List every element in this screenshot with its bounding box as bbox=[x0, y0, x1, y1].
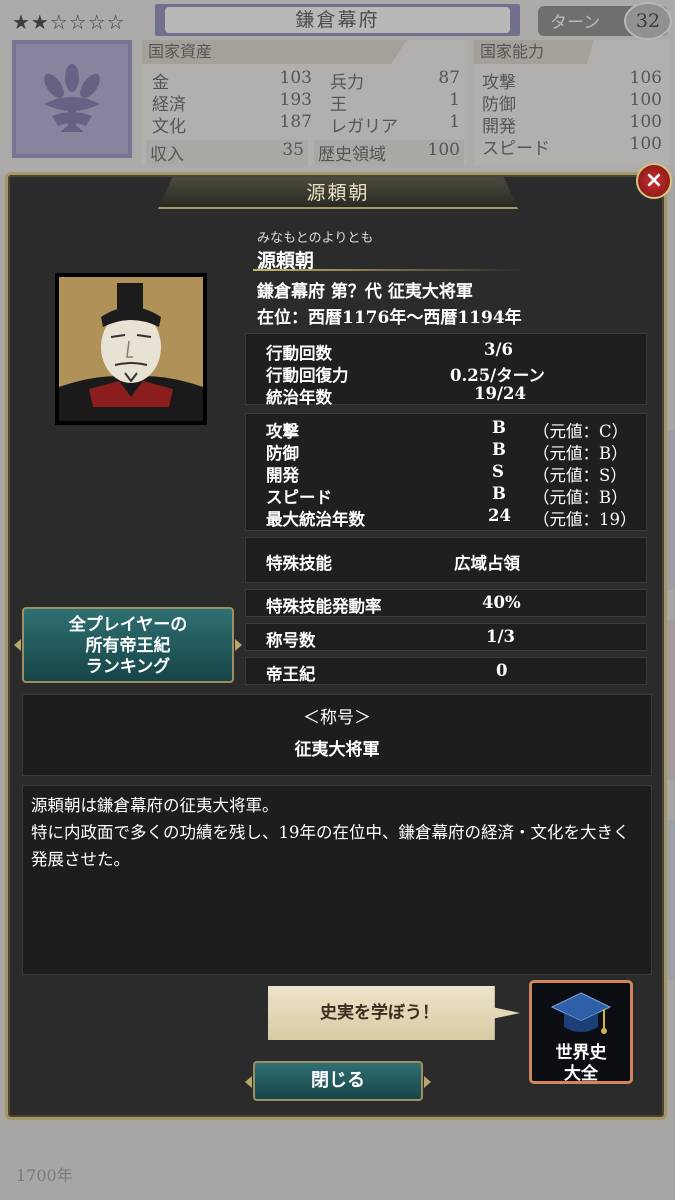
close-button[interactable]: 閉じる bbox=[245, 1061, 431, 1101]
honorific-value: 征夷大将軍 bbox=[294, 740, 380, 760]
ranking-button-line: ランキング bbox=[85, 657, 171, 677]
special-skill-label: 特殊技能 bbox=[266, 554, 332, 573]
stat-original: （元値：B） bbox=[533, 444, 628, 463]
close-icon[interactable]: × bbox=[636, 163, 672, 199]
stat-label: 開発 bbox=[266, 466, 299, 485]
action-count-value: 3/6 bbox=[484, 340, 513, 359]
ruler-description: 源頼朝は鎌倉幕府の征夷大将軍。 特に内政面で多くの功績を残し、19年の在位中、鎌… bbox=[22, 785, 652, 975]
modal-title: 源頼朝 bbox=[158, 177, 518, 209]
reign-years-value: 19/24 bbox=[474, 384, 526, 403]
action-stats-box: 行動回数 3/6 行動回復力 0.25/ターン 統治年数 19/24 bbox=[245, 333, 647, 407]
action-recover-value: 0.25/ターン bbox=[450, 366, 545, 385]
stat-label: 最大統治年数 bbox=[266, 510, 365, 529]
ranking-button-line: 全プレイヤーの bbox=[68, 615, 188, 635]
action-count-label: 行動回数 bbox=[266, 344, 332, 363]
stat-label: 防御 bbox=[266, 444, 299, 463]
ranking-button[interactable]: 全プレイヤーの 所有帝王紀 ランキング bbox=[14, 607, 242, 683]
special-skill-value: 広域占領 bbox=[454, 554, 520, 573]
title-count-label: 称号数 bbox=[266, 631, 316, 650]
world-history-title: 大全 bbox=[564, 1064, 598, 1084]
arrow-right-icon bbox=[235, 639, 242, 651]
stat-grade: B bbox=[492, 484, 506, 503]
skill-rate-box: 特殊技能発動率 40% bbox=[245, 589, 647, 617]
name-underline bbox=[253, 269, 523, 271]
reign-period: 在位：西暦1176年〜西暦1194年 bbox=[257, 308, 522, 328]
arrow-right-icon bbox=[424, 1076, 431, 1088]
stat-grade: B bbox=[492, 418, 506, 437]
learn-history-button[interactable]: 史実を学ぼう！ bbox=[268, 986, 520, 1040]
stat-label: 攻撃 bbox=[266, 422, 299, 441]
stat-original: （元値：B） bbox=[533, 488, 628, 507]
skill-rate-value: 40% bbox=[482, 593, 521, 612]
skill-rate-label: 特殊技能発動率 bbox=[266, 597, 382, 616]
description-text: 源頼朝は鎌倉幕府の征夷大将軍。 bbox=[31, 796, 279, 815]
graduation-cap-icon bbox=[550, 992, 612, 1034]
ruler-stats-box: 攻撃 B （元値：C） 防御 B （元値：B） 開発 S （元値：S） スピード… bbox=[245, 413, 647, 531]
arrow-left-icon bbox=[245, 1076, 252, 1088]
special-skill-box: 特殊技能 広域占領 bbox=[245, 537, 647, 583]
stat-label: スピード bbox=[266, 488, 332, 507]
honorific-title-section: ＜称号＞ 征夷大将軍 bbox=[22, 694, 652, 776]
close-button-label: 閉じる bbox=[311, 1070, 365, 1091]
reign-years-label: 統治年数 bbox=[266, 388, 332, 407]
record-label: 帝王紀 bbox=[266, 665, 316, 684]
ruler-position: 鎌倉幕府 第？代 征夷大将軍 bbox=[257, 282, 473, 302]
honorific-heading: ＜称号＞ bbox=[303, 708, 371, 728]
world-history-button[interactable]: 世界史 大全 bbox=[529, 980, 633, 1084]
title-count-box: 称号数 1/3 bbox=[245, 623, 647, 651]
stat-grade: B bbox=[492, 440, 506, 459]
ranking-button-line: 所有帝王紀 bbox=[85, 636, 171, 656]
description-text: 特に内政面で多くの功績を残し、19年の在位中、鎌倉幕府の経済・文化を大きく発展さ… bbox=[31, 823, 630, 869]
ruler-portrait bbox=[55, 273, 207, 425]
ruler-name-reading: みなもとのよりとも bbox=[257, 231, 374, 246]
stat-grade: 24 bbox=[488, 506, 511, 525]
stat-original: （元値：19） bbox=[533, 510, 637, 529]
arrow-left-icon bbox=[14, 639, 21, 651]
record-value: 0 bbox=[496, 661, 508, 680]
title-count-value: 1/3 bbox=[486, 627, 515, 646]
stat-original: （元値：S） bbox=[533, 466, 627, 485]
stat-original: （元値：C） bbox=[533, 422, 629, 441]
action-recover-label: 行動回復力 bbox=[266, 366, 349, 385]
record-box: 帝王紀 0 bbox=[245, 657, 647, 685]
stat-grade: S bbox=[492, 462, 504, 481]
